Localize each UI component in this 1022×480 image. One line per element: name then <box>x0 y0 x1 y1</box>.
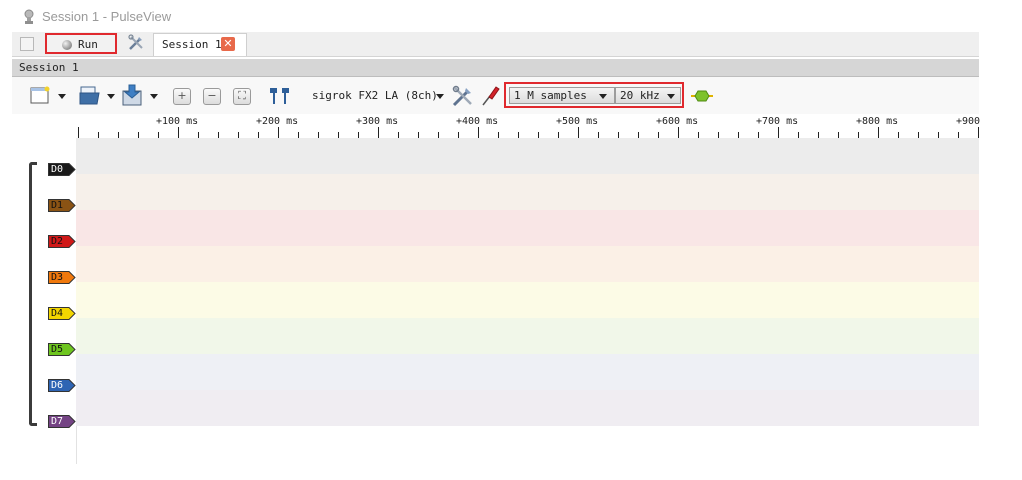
window-title: Session 1 - PulseView <box>42 9 172 24</box>
ruler-label-100ms: +100 ms <box>156 116 199 127</box>
time-ruler[interactable]: +100 ms +200 ms +300 ms +400 ms +500 ms … <box>76 114 981 138</box>
zoom-out-button[interactable]: − <box>203 88 221 105</box>
ruler-ticks <box>78 127 979 138</box>
trace-lane-d2[interactable] <box>76 210 979 246</box>
probe-icon[interactable] <box>481 84 501 106</box>
trace-lane-d0[interactable] <box>76 138 979 174</box>
channel-label-d1[interactable]: D1 <box>48 199 76 212</box>
channel-label-d4[interactable]: D4 <box>48 307 76 320</box>
ruler-label-800ms: +800 ms <box>856 116 899 127</box>
trace-lane-d5[interactable] <box>76 318 979 354</box>
close-icon[interactable]: ✕ <box>221 37 235 51</box>
trace-lane-d4[interactable] <box>76 282 979 318</box>
configure-device-icon[interactable] <box>451 84 475 108</box>
channel-label-d5[interactable]: D5 <box>48 343 76 356</box>
run-status-icon <box>62 40 72 50</box>
channel-name: D3 <box>51 272 64 283</box>
save-dropdown-icon[interactable] <box>150 94 158 99</box>
channel-label-d0[interactable]: D0 <box>48 163 76 176</box>
trace-lane-d3[interactable] <box>76 246 979 282</box>
run-button[interactable]: Run <box>45 33 117 54</box>
ruler-label-400ms: +400 ms <box>456 116 499 127</box>
save-icon[interactable] <box>121 84 145 106</box>
ruler-label-500ms: +500 ms <box>556 116 599 127</box>
zoom-out-icon: − <box>207 89 217 102</box>
channel-name: D6 <box>51 380 64 391</box>
settings-tools-icon[interactable] <box>127 34 145 52</box>
channel-name: D5 <box>51 344 64 355</box>
ruler-label-300ms: +300 ms <box>356 116 399 127</box>
zoom-in-button[interactable]: + <box>173 88 191 105</box>
zoom-in-icon: + <box>177 89 187 102</box>
channel-name: D4 <box>51 308 64 319</box>
channel-label-d6[interactable]: D6 <box>48 379 76 392</box>
sample-count-dropdown-icon[interactable] <box>599 94 607 99</box>
channel-label-d3[interactable]: D3 <box>48 271 76 284</box>
run-button-label: Run <box>78 38 98 51</box>
channel-name: D0 <box>51 164 64 175</box>
sample-count-select[interactable]: 1 M samples <box>509 87 615 104</box>
tab-session-1[interactable]: Session 1 ✕ <box>153 33 247 56</box>
add-decoder-icon[interactable] <box>690 88 714 104</box>
ruler-label-600ms: +600 ms <box>656 116 699 127</box>
channel-name: D7 <box>51 416 64 427</box>
open-dropdown-icon[interactable] <box>107 94 115 99</box>
sample-rate-value: 20 kHz <box>620 89 660 102</box>
sample-rate-dropdown-icon[interactable] <box>667 94 675 99</box>
trace-lane-d6[interactable] <box>76 354 979 390</box>
session-header-label: Session 1 <box>19 61 79 74</box>
zoom-fit-icon: ⛶ <box>238 89 246 102</box>
channel-label-d2[interactable]: D2 <box>48 235 76 248</box>
sample-rate-select[interactable]: 20 kHz <box>615 87 681 104</box>
pulseview-icon <box>24 9 34 24</box>
open-folder-icon[interactable] <box>79 85 101 105</box>
trace-lane-d1[interactable] <box>76 174 979 210</box>
channel-name: D2 <box>51 236 64 247</box>
channel-name: D1 <box>51 200 64 211</box>
sample-settings-group: 1 M samples 20 kHz <box>504 82 684 108</box>
channel-label-d7[interactable]: D7 <box>48 415 76 428</box>
new-session-icon[interactable] <box>30 86 50 105</box>
new-session-dropdown-icon[interactable] <box>58 94 66 99</box>
ruler-label-900ms: +900 <box>956 116 981 127</box>
sample-count-value: 1 M samples <box>514 89 587 102</box>
zoom-fit-button[interactable]: ⛶ <box>233 88 251 105</box>
trace-lane-d7[interactable] <box>76 390 979 426</box>
main-tab-checkbox[interactable] <box>20 37 34 51</box>
channel-group-bracket[interactable] <box>29 162 37 426</box>
ruler-label-200ms: +200 ms <box>256 116 299 127</box>
ruler-label-700ms: +700 ms <box>756 116 799 127</box>
device-selector-label[interactable]: sigrok FX2 LA (8ch) <box>312 89 438 102</box>
device-dropdown-icon[interactable] <box>436 94 444 99</box>
session-header: Session 1 <box>12 59 979 77</box>
show-cursors-icon[interactable] <box>268 86 292 106</box>
session-tab-label: Session 1 <box>162 38 222 51</box>
